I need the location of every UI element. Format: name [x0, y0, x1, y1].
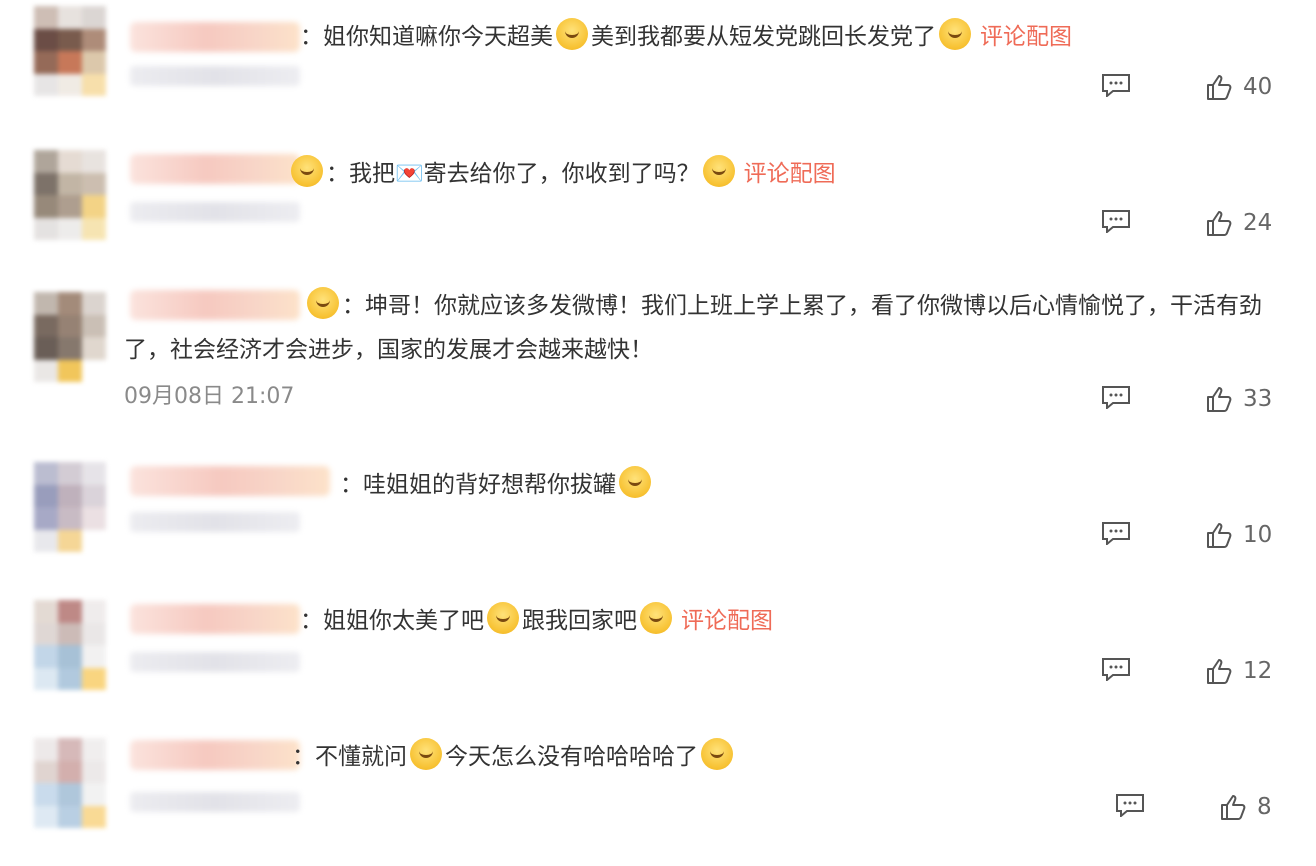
- comment-icon[interactable]: [1101, 385, 1131, 409]
- like-count: 10: [1243, 522, 1273, 548]
- avatar[interactable]: [34, 150, 106, 240]
- meta-blurred: [130, 652, 300, 672]
- comment-image-link[interactable]: 评论配图: [744, 161, 836, 187]
- thumbs-up-icon[interactable]: [1205, 209, 1233, 237]
- comment-text: ：哇姐姐的背好想帮你拔罐: [340, 466, 654, 502]
- emoji-face-icon: [939, 18, 971, 50]
- comment-text: ：姐姐你太美了吧 跟我回家吧 评论配图: [300, 602, 773, 638]
- like-count: 33: [1243, 386, 1273, 412]
- comment-image-link[interactable]: 评论配图: [681, 608, 773, 634]
- comment-text: ：姐你知道嘛你今天超美 美到我都要从短发党跳回长发党了 评论配图: [300, 18, 1072, 54]
- emoji-face-icon: [291, 155, 323, 187]
- emoji-face-icon: [556, 18, 588, 50]
- username-blurred[interactable]: [130, 22, 300, 52]
- comment-icon[interactable]: [1101, 209, 1131, 233]
- emoji-face-icon: [307, 287, 339, 319]
- comment-text: ：我把💌寄去给你了，你收到了吗？ 评论配图: [288, 155, 836, 191]
- emoji-face-icon: [410, 738, 442, 770]
- emoji-face-icon: [487, 602, 519, 634]
- avatar[interactable]: [34, 292, 106, 382]
- thumbs-up-icon[interactable]: [1205, 521, 1233, 549]
- like-count: 24: [1243, 210, 1273, 236]
- meta-blurred: [130, 66, 300, 86]
- comment-timestamp: 09月08日 21:07: [124, 384, 295, 409]
- meta-blurred: [130, 792, 300, 812]
- emoji-face-icon: [619, 466, 651, 498]
- comment-icon[interactable]: [1101, 73, 1131, 97]
- comment-text: ：不懂就问 今天怎么没有哈哈哈哈了: [292, 738, 736, 774]
- meta-blurred: [130, 202, 300, 222]
- thumbs-up-icon[interactable]: [1205, 657, 1233, 685]
- username-blurred[interactable]: [130, 604, 300, 634]
- username-blurred[interactable]: [130, 154, 300, 184]
- comment-text: ：坤哥！你就应该多发微博！我们上班上学上累了，看了你微博以后心情愉悦了，干活有劲…: [124, 284, 1284, 372]
- comment-icon[interactable]: [1101, 521, 1131, 545]
- emoji-face-icon: [640, 602, 672, 634]
- like-count: 40: [1243, 74, 1273, 100]
- like-count: 8: [1257, 794, 1272, 820]
- username-blurred[interactable]: [130, 740, 300, 770]
- meta-blurred: [130, 512, 300, 532]
- emoji-face-icon: [702, 155, 735, 187]
- avatar[interactable]: [34, 462, 106, 552]
- comment-image-link[interactable]: 评论配图: [980, 24, 1072, 50]
- comment-icon[interactable]: [1101, 657, 1131, 681]
- avatar[interactable]: [34, 738, 106, 828]
- comment-icon[interactable]: [1115, 793, 1145, 817]
- thumbs-up-icon[interactable]: [1205, 385, 1233, 413]
- emoji-face-icon: [701, 738, 733, 770]
- like-count: 12: [1243, 658, 1273, 684]
- thumbs-up-icon[interactable]: [1219, 793, 1247, 821]
- thumbs-up-icon[interactable]: [1205, 73, 1233, 101]
- avatar[interactable]: [34, 6, 106, 96]
- username-blurred[interactable]: [130, 466, 330, 496]
- avatar[interactable]: [34, 600, 106, 690]
